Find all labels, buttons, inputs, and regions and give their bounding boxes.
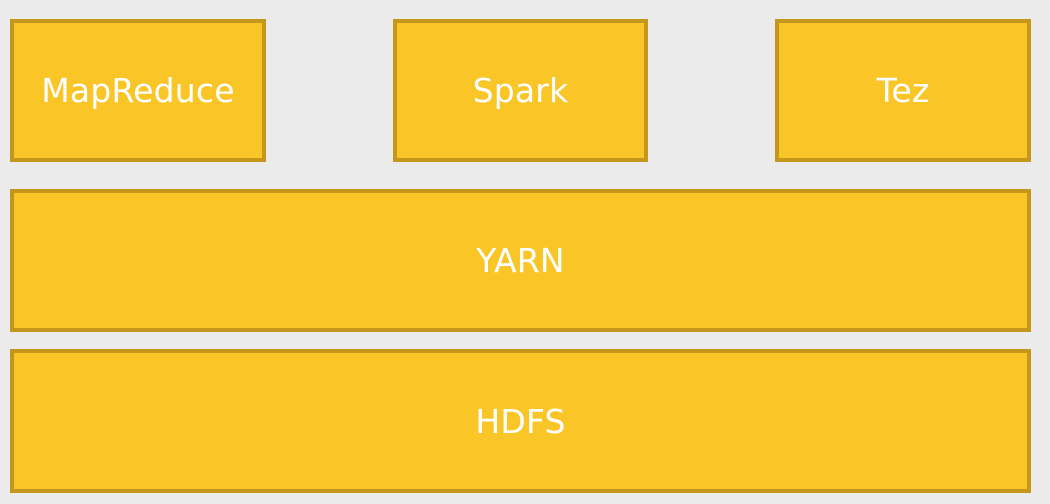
mapreduce-label: MapReduce [41, 71, 235, 110]
yarn-block: YARN [10, 189, 1031, 332]
yarn-label: YARN [476, 241, 565, 280]
hdfs-label: HDFS [475, 401, 566, 441]
tez-label: Tez [876, 71, 930, 110]
tez-block: Tez [775, 19, 1031, 162]
stack-diagram: MapReduce Spark Tez YARN HDFS [0, 0, 1050, 504]
mapreduce-block: MapReduce [10, 19, 266, 162]
spark-label: Spark [472, 71, 569, 110]
spark-block: Spark [393, 19, 648, 162]
hdfs-block: HDFS [10, 349, 1031, 493]
